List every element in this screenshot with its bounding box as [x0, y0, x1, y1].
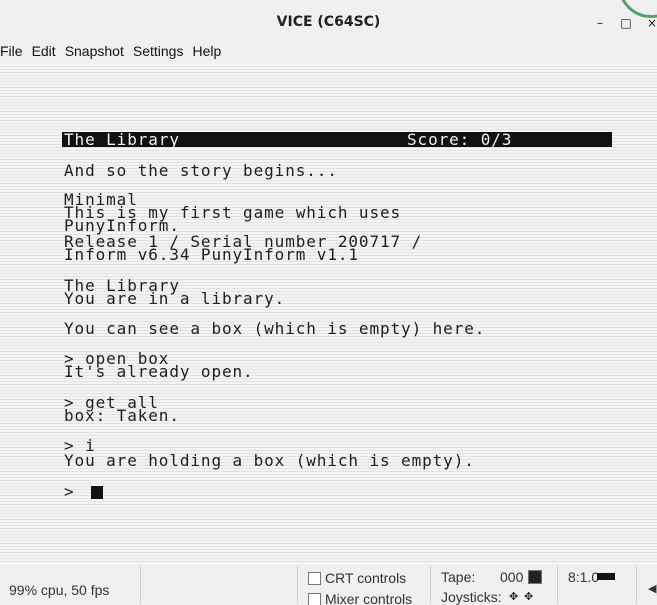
- vice-window: VICE (C64SC) – □ × File Edit Snapshot Se…: [0, 0, 657, 605]
- menu-snapshot[interactable]: Snapshot: [61, 43, 128, 59]
- screen-line: You can see a box (which is empty) here.: [64, 319, 486, 338]
- joysticks-label: Joysticks:: [441, 589, 502, 605]
- screen-line: It's already open.: [64, 362, 254, 381]
- checkbox-box[interactable]: [308, 592, 321, 605]
- menu-edit[interactable]: Edit: [28, 43, 60, 59]
- performance-readout: 99% cpu, 50 fps: [9, 582, 110, 598]
- divider: [297, 566, 298, 604]
- close-button[interactable]: ×: [640, 12, 657, 34]
- screen-line: You are in a library.: [64, 289, 286, 308]
- tape-counter: 000: [500, 569, 524, 585]
- game-status-line: The Library Score: 0/3: [62, 130, 612, 149]
- crt-controls-label: CRT controls: [325, 570, 407, 586]
- tape-icon[interactable]: [528, 570, 542, 584]
- prompt-line: >: [64, 482, 104, 501]
- divider: [430, 566, 431, 604]
- screen-line: Inform v6.34 PunyInform v1.1: [64, 245, 359, 264]
- joystick-icon[interactable]: ✥: [524, 591, 537, 603]
- screen-line: PunyInform.: [64, 216, 180, 235]
- divider: [140, 566, 141, 604]
- drive-indicator: 8:1.0: [568, 569, 600, 585]
- menu-file[interactable]: File: [0, 43, 27, 59]
- minimize-button[interactable]: –: [588, 12, 612, 34]
- text-cursor: [91, 486, 104, 499]
- crt-controls-checkbox[interactable]: CRT controls: [308, 570, 406, 586]
- screen-line: And so the story begins...: [64, 161, 338, 180]
- title-bar: VICE (C64SC) – □ ×: [0, 0, 657, 40]
- menu-settings[interactable]: Settings: [129, 43, 188, 59]
- drive-led-icon: [597, 573, 615, 580]
- menu-bar: File Edit Snapshot Settings Help: [0, 40, 657, 62]
- checkbox-box[interactable]: [308, 571, 321, 585]
- room-name: The Library: [64, 130, 180, 149]
- joystick-icon[interactable]: ✥: [509, 591, 522, 603]
- screen-line: box: Taken.: [64, 406, 180, 425]
- divider: [636, 566, 637, 604]
- score: Score: 0/3: [407, 130, 513, 149]
- mixer-controls-checkbox[interactable]: Mixer controls: [308, 591, 412, 605]
- mixer-controls-label: Mixer controls: [325, 591, 413, 605]
- menu-help[interactable]: Help: [188, 43, 225, 59]
- divider: [557, 566, 558, 604]
- volume-icon[interactable]: ◀): [648, 582, 657, 595]
- tape-label: Tape:: [441, 569, 476, 585]
- window-title: VICE (C64SC): [276, 14, 381, 30]
- prompt: >: [64, 482, 86, 501]
- screen-line: You are holding a box (which is empty).: [64, 451, 475, 470]
- maximize-button[interactable]: □: [614, 12, 638, 34]
- status-bar: 99% cpu, 50 fps CRT controls Mixer contr…: [0, 564, 657, 605]
